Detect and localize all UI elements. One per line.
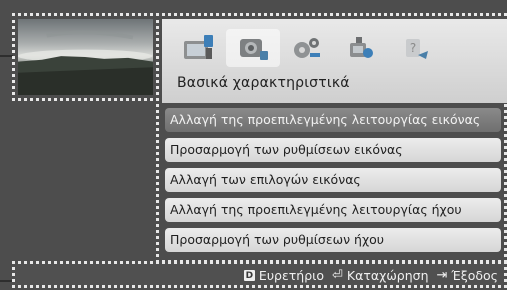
exit-icon: ⇥ — [436, 268, 448, 283]
enter-icon: ⏎ — [332, 268, 343, 283]
tab-picture[interactable] — [172, 29, 226, 67]
setup-icon — [294, 38, 320, 58]
section-title: Βασικά χαρακτηριστικά — [177, 75, 350, 91]
sound-icon — [240, 39, 268, 60]
picture-icon — [184, 35, 213, 59]
hint-exit-label: Έξοδος — [451, 268, 498, 283]
hint-index[interactable]: D Ευρετήριο — [243, 268, 325, 283]
hint-index-label: Ευρετήριο — [258, 268, 325, 283]
menu-panel: ? Βασικά χαρακτηριστικά Αλλαγή της προεπ… — [156, 13, 507, 263]
hint-list: D Ευρετήριο ⏎ Καταχώρηση ⇥ Έξοδος — [243, 268, 498, 283]
preview-window — [12, 13, 159, 101]
menu-item-sound-settings[interactable]: Προσαρμογή των ρυθμίσεων ήχου — [165, 228, 501, 252]
tab-sound[interactable] — [226, 29, 280, 67]
d-key-icon: D — [243, 270, 255, 281]
landscape-image — [18, 30, 153, 95]
tab-support[interactable] — [334, 29, 388, 67]
tab-setup[interactable] — [280, 29, 334, 67]
preview-image — [18, 19, 153, 95]
support-icon — [350, 37, 373, 58]
hint-enter-label: Καταχώρηση — [346, 268, 429, 283]
menu-item-picture-mode[interactable]: Αλλαγή της προεπιλεγμένης λειτουργίας ει… — [165, 108, 501, 132]
category-tabs: ? — [172, 29, 442, 67]
hint-exit[interactable]: ⇥ Έξοδος — [437, 268, 498, 283]
e-manual-screen: ? Βασικά χαρακτηριστικά Αλλαγή της προεπ… — [0, 0, 507, 290]
tab-help[interactable]: ? — [388, 29, 442, 67]
help-icon: ? — [406, 39, 428, 59]
menu-item-picture-settings[interactable]: Προσαρμογή των ρυθμίσεων εικόνας — [165, 138, 501, 162]
bottom-hint-bar: D Ευρετήριο ⏎ Καταχώρηση ⇥ Έξοδος — [12, 261, 507, 288]
svg-text:?: ? — [410, 41, 416, 55]
menu-item-picture-options[interactable]: Αλλαγή των επιλογών εικόνας — [165, 168, 501, 192]
menu-header: ? Βασικά χαρακτηριστικά — [162, 19, 507, 103]
hint-enter[interactable]: ⏎ Καταχώρηση — [332, 268, 429, 283]
menu-item-sound-mode[interactable]: Αλλαγή της προεπιλεγμένης λειτουργίας ήχ… — [165, 198, 501, 222]
